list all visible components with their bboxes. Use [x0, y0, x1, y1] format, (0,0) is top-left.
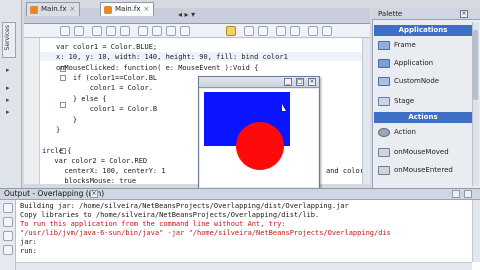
tab-scroll-arrows[interactable]: ◂ ▸ ▾: [178, 10, 195, 19]
palette-item-onmousemoved[interactable]: onMouseMoved: [378, 145, 449, 159]
code-line: centerX: 100, centerY: 1: [56, 167, 166, 175]
back-button[interactable]: [60, 26, 70, 36]
editor-tab-label: Main.fx: [115, 5, 141, 13]
palette-scrollbar-thumb[interactable]: [473, 30, 478, 100]
palette-item-action[interactable]: Action: [378, 125, 416, 139]
next-bookmark-button[interactable]: [166, 26, 176, 36]
palette-item-label: CustomNode: [394, 77, 440, 85]
code-line: if (color1==Color.BL: [56, 74, 158, 82]
toggle-highlight-button[interactable]: [138, 26, 148, 36]
close-icon[interactable]: ×: [70, 5, 76, 13]
code-line-tail: and color: [326, 167, 364, 175]
prev-bookmark-button[interactable]: [180, 26, 190, 36]
forward-button[interactable]: [74, 26, 84, 36]
comment-button[interactable]: [308, 26, 318, 36]
macro-stop-button[interactable]: [290, 26, 300, 36]
output-maximize-icon[interactable]: [464, 190, 472, 198]
javafx-file-icon: [30, 6, 38, 14]
clear-icon[interactable]: [3, 245, 13, 255]
gear-icon: [378, 128, 390, 137]
code-line: color1 = Color.B: [56, 105, 158, 113]
services-tab-label: Services: [4, 25, 11, 51]
code-line: var color1 = Color.BLUE;: [56, 43, 158, 51]
output-horizontal-scrollbar[interactable]: [16, 262, 472, 270]
tree-expand-icon[interactable]: ▸: [6, 96, 16, 104]
javafx-file-icon: [104, 6, 112, 14]
application-icon: [378, 59, 390, 68]
maximize-button[interactable]: □: [296, 78, 304, 86]
tree-expand-icon[interactable]: ▸: [6, 66, 16, 74]
output-line: jar:: [20, 238, 37, 246]
stop-icon[interactable]: [3, 231, 13, 241]
code-line: ircle {: [42, 147, 72, 155]
output-line-link[interactable]: "/usr/lib/jvm/java-6-sun/bin/java" -jar …: [20, 229, 391, 238]
output-line: run:: [20, 247, 37, 255]
palette-item-label: onMouseEntered: [394, 166, 453, 174]
code-line: color1 = Color.: [56, 84, 153, 92]
palette-item-stage[interactable]: Stage: [378, 94, 414, 108]
palette-item-label: onMouseMoved: [394, 148, 449, 156]
palette-item-application[interactable]: Application: [378, 56, 433, 70]
palette-item-label: Stage: [394, 97, 415, 105]
palette-section-actions[interactable]: Actions: [374, 112, 472, 123]
palette-section-applications[interactable]: Applications: [374, 25, 472, 36]
output-close-icon[interactable]: ×: [90, 190, 98, 198]
close-icon[interactable]: ×: [144, 5, 150, 13]
output-line-link[interactable]: To run this application from the command…: [20, 220, 286, 229]
editor-gutter: [24, 38, 40, 184]
shift-right-button[interactable]: [258, 26, 268, 36]
rerun-icon[interactable]: [3, 203, 13, 213]
rerun-options-icon[interactable]: [3, 217, 13, 227]
find-next-button[interactable]: [106, 26, 116, 36]
code-line: x: 10, y: 10, width: 140, height: 90, fi…: [56, 53, 288, 61]
code-line: blocksMouse: true: [56, 177, 137, 185]
mouse-icon: [378, 148, 390, 157]
tree-expand-icon[interactable]: ▸: [6, 108, 16, 116]
palette-item-label: Action: [394, 128, 416, 136]
red-circle[interactable]: [236, 122, 284, 170]
find-prev-button[interactable]: [120, 26, 130, 36]
palette-item-label: Application: [394, 59, 434, 67]
palette-item-onmouseentered[interactable]: onMouseEntered: [378, 163, 453, 177]
palette-title: Palette: [378, 10, 403, 18]
find-button[interactable]: [92, 26, 102, 36]
code-line: var color2 = Color.RED: [46, 157, 148, 165]
frame-icon: [378, 41, 390, 50]
palette-item-customnode[interactable]: CustomNode: [378, 74, 439, 88]
minimize-button[interactable]: _: [284, 78, 292, 86]
stage-icon: [378, 97, 390, 106]
palette-close-icon[interactable]: ×: [460, 10, 468, 18]
close-button[interactable]: ×: [308, 78, 316, 86]
toggle-bookmark-button[interactable]: [152, 26, 162, 36]
output-line: Copy libraries to /home/silveira/NetBean…: [20, 211, 320, 219]
palette-item-frame[interactable]: Frame: [378, 38, 416, 52]
output-minimize-icon[interactable]: [452, 190, 460, 198]
services-tab[interactable]: Services: [2, 22, 16, 58]
palette-item-label: Frame: [394, 41, 416, 49]
tree-expand-icon[interactable]: ▸: [6, 84, 16, 92]
editor-tab-label: Main.fx: [41, 5, 67, 13]
output-vertical-scrollbar[interactable]: [472, 200, 480, 262]
mouse-icon: [378, 166, 390, 175]
mouse-pointer-icon: [282, 104, 286, 111]
output-line: Building jar: /home/silveira/NetBeansPro…: [20, 202, 349, 210]
shift-left-button[interactable]: [244, 26, 254, 36]
customnode-icon: [378, 77, 390, 86]
macro-record-button[interactable]: [276, 26, 286, 36]
uncomment-button[interactable]: [322, 26, 332, 36]
preview-toggle-button[interactable]: [226, 26, 236, 36]
editor-scrollbar[interactable]: [362, 38, 370, 184]
code-line: } else {: [56, 95, 107, 103]
code-line: onMouseClicked: function( e: MouseEvent …: [56, 64, 259, 72]
editor-tab-main-1[interactable]: Main.fx ×: [26, 2, 81, 16]
code-line: }: [56, 126, 61, 134]
editor-tab-main-2[interactable]: Main.fx ×: [100, 2, 155, 16]
code-line: }: [56, 116, 78, 124]
